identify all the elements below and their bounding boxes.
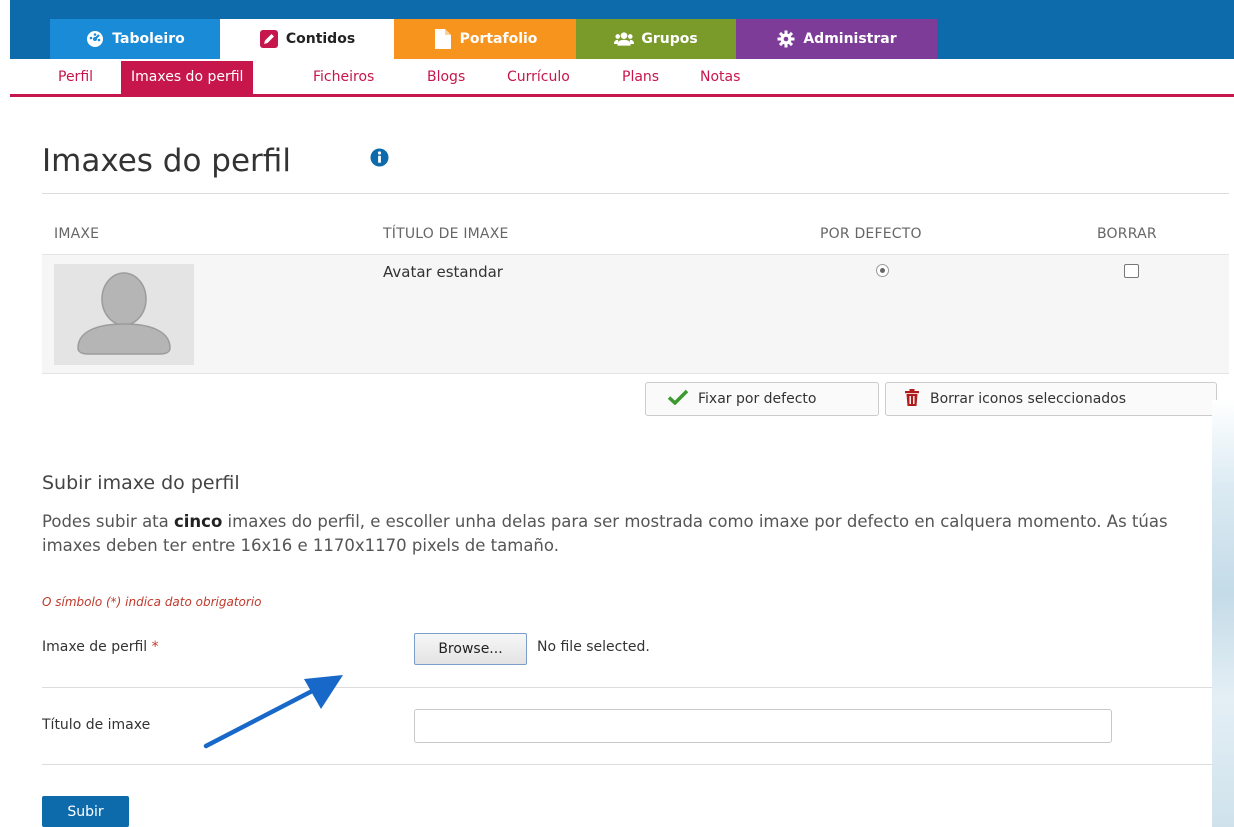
col-header-title: TÍTULO DE IMAXE <box>383 226 509 242</box>
main-nav: Taboleiro Contidos Portafolio Grupos Adm… <box>50 19 937 59</box>
image-title-input[interactable] <box>414 709 1112 743</box>
tab-administrar-label: Administrar <box>803 31 897 47</box>
file-field-label: Imaxe de perfil * <box>42 639 159 655</box>
pencil-icon <box>259 29 279 49</box>
col-header-image: IMAXE <box>54 226 100 242</box>
desc-text-1: Podes subir ata <box>42 512 174 531</box>
sub-nav: Perfil Imaxes do perfil Ficheiros Blogs … <box>10 59 1234 97</box>
file-label-text: Imaxe de perfil <box>42 639 148 655</box>
delete-selected-label: Borrar iconos seleccionados <box>930 391 1127 407</box>
subnav-imaxes-do-perfil[interactable]: Imaxes do perfil <box>121 61 254 94</box>
tab-administrar[interactable]: Administrar <box>736 19 937 59</box>
required-note: O símbolo (*) indica dato obrigatorio <box>42 595 262 609</box>
image-title-cell: Avatar estandar <box>383 263 503 281</box>
default-radio[interactable] <box>876 264 889 277</box>
subnav-perfil[interactable]: Perfil <box>58 61 93 94</box>
file-icon <box>433 29 453 49</box>
tab-portafolio-label: Portafolio <box>459 31 538 47</box>
tab-portafolio[interactable]: Portafolio <box>394 19 576 59</box>
desc-bold: cinco <box>174 512 223 531</box>
col-header-default: POR DEFECTO <box>820 226 922 242</box>
tab-contidos[interactable]: Contidos <box>220 19 394 59</box>
tab-grupos[interactable]: Grupos <box>576 19 736 59</box>
page-title: Imaxes do perfil <box>42 143 291 179</box>
default-avatar-icon <box>77 272 171 355</box>
subnav-curriculo[interactable]: Currículo <box>507 61 570 94</box>
avatar <box>54 264 194 365</box>
subnav-plans[interactable]: Plans <box>622 61 659 94</box>
info-icon[interactable] <box>370 148 389 171</box>
annotation-arrow-icon <box>203 675 343 749</box>
browse-button[interactable]: Browse... <box>414 633 527 665</box>
col-header-delete: BORRAR <box>1097 226 1157 242</box>
set-default-button[interactable]: Fixar por defecto <box>645 382 879 416</box>
tab-grupos-label: Grupos <box>641 31 698 47</box>
set-default-label: Fixar por defecto <box>698 391 817 407</box>
form-divider-2 <box>42 764 1212 765</box>
title-divider <box>42 193 1229 194</box>
dashboard-icon <box>85 29 105 49</box>
tab-taboleiro-label: Taboleiro <box>112 31 185 47</box>
tab-taboleiro[interactable]: Taboleiro <box>50 19 220 59</box>
trash-icon <box>904 388 920 410</box>
subnav-notas[interactable]: Notas <box>700 61 740 94</box>
gear-icon <box>776 29 796 49</box>
upload-heading: Subir imaxe do perfil <box>42 472 240 494</box>
background-decoration <box>1212 400 1234 827</box>
title-field-label: Título de imaxe <box>42 717 151 733</box>
upload-description: Podes subir ata cinco imaxes do perfil, … <box>42 510 1212 558</box>
table-row <box>42 254 1229 374</box>
file-status: No file selected. <box>537 639 650 655</box>
submit-button[interactable]: Subir <box>42 796 129 827</box>
check-icon <box>667 389 689 409</box>
subnav-blogs[interactable]: Blogs <box>427 61 465 94</box>
required-star: * <box>151 639 159 655</box>
tab-contidos-label: Contidos <box>285 31 356 47</box>
users-icon <box>614 29 635 49</box>
subnav-ficheiros[interactable]: Ficheiros <box>313 61 374 94</box>
delete-selected-button[interactable]: Borrar iconos seleccionados <box>885 382 1217 416</box>
delete-checkbox[interactable] <box>1124 264 1139 278</box>
